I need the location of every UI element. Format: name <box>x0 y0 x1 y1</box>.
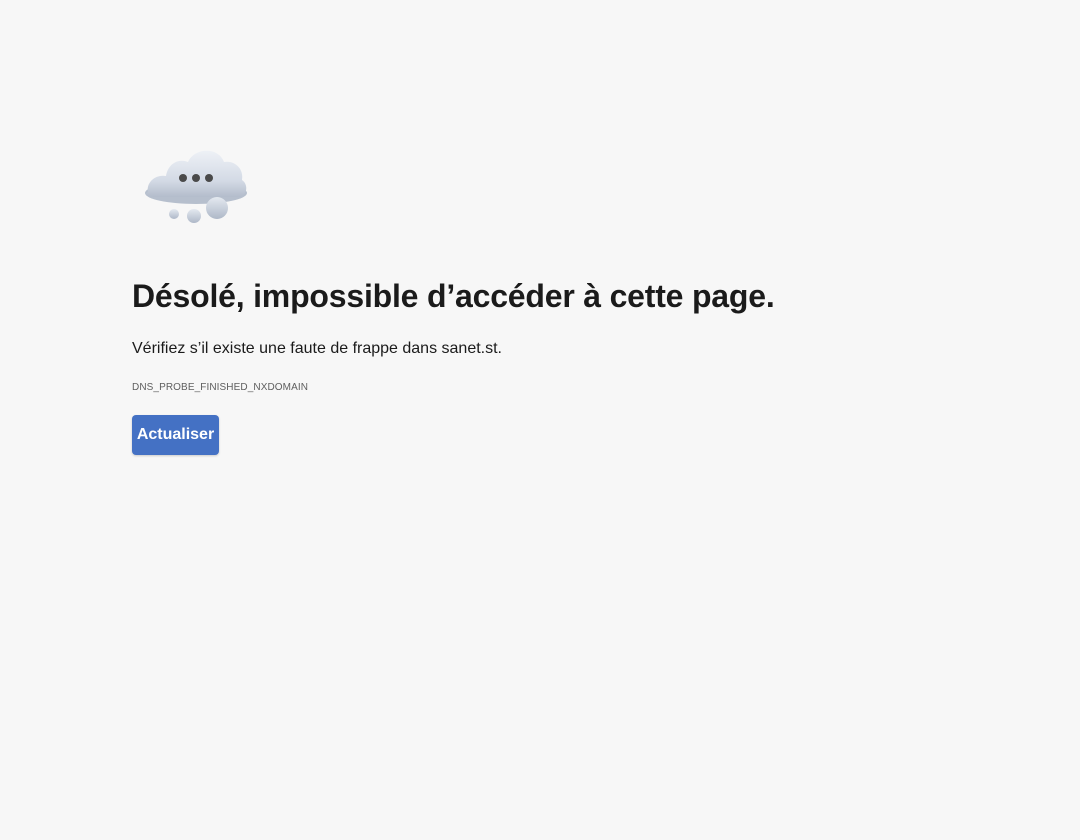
refresh-button[interactable]: Actualiser <box>132 415 219 455</box>
thinking-cloud-icon <box>140 140 252 230</box>
error-message: Vérifiez s’il existe une faute de frappe… <box>132 340 502 357</box>
page-title: Désolé, impossible d’accéder à cette pag… <box>132 278 775 314</box>
error-page: Désolé, impossible d’accéder à cette pag… <box>0 0 1080 840</box>
error-code: DNS_PROBE_FINISHED_NXDOMAIN <box>132 382 309 393</box>
